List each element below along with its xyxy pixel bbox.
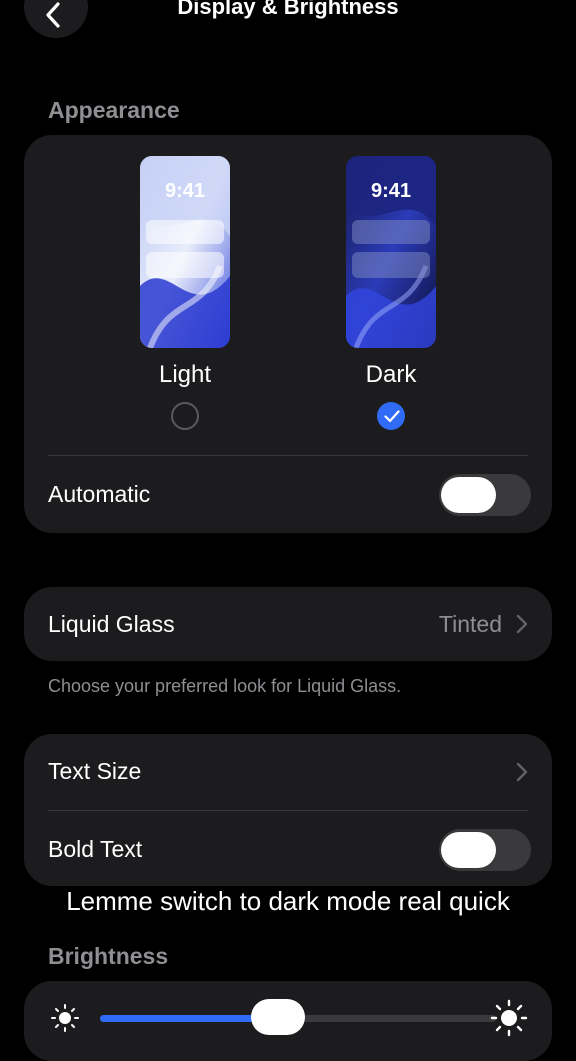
liquid-glass-value: Tinted [438, 611, 502, 637]
divider [48, 810, 528, 811]
light-radio[interactable] [171, 402, 199, 430]
appearance-header: Appearance [48, 97, 180, 123]
text-size-row[interactable]: Text Size [24, 734, 552, 810]
sun-small-icon [51, 1004, 79, 1032]
light-label: Light [158, 361, 212, 388]
toggle-knob [441, 477, 496, 513]
chevron-right-icon [516, 762, 528, 782]
appearance-option-light[interactable]: 9:41 Light [115, 156, 255, 430]
bold-text-label: Bold Text [48, 836, 143, 862]
video-caption: Lemme switch to dark mode real quick [66, 886, 510, 916]
appearance-option-dark[interactable]: 9:41 Dark [321, 156, 461, 430]
dark-mode-preview[interactable]: 9:41 [346, 156, 436, 348]
appearance-card: 9:41 Light 9:41 Dark Automatic [24, 135, 552, 533]
brightness-header: Brightness [48, 943, 169, 969]
text-card: Text Size Bold Text [24, 734, 552, 886]
preview-time: 9:41 [370, 180, 412, 202]
liquid-glass-footnote: Choose your preferred look for Liquid Gl… [48, 676, 402, 696]
liquid-glass-row[interactable]: Liquid Glass Tinted [24, 587, 552, 661]
divider [48, 455, 528, 456]
light-mode-preview[interactable]: 9:41 [140, 156, 230, 348]
navigation-bar: Display & Brightness [0, 0, 576, 40]
dark-label: Dark [365, 361, 417, 388]
automatic-label: Automatic [48, 481, 151, 507]
automatic-toggle[interactable] [439, 474, 531, 516]
page-title: Display & Brightness [177, 0, 399, 19]
brightness-card [24, 981, 552, 1061]
checkmark-icon [384, 410, 400, 423]
chevron-right-icon [516, 614, 528, 634]
dark-radio[interactable] [377, 402, 405, 430]
liquid-glass-label: Liquid Glass [48, 611, 175, 637]
preview-time: 9:41 [164, 180, 206, 202]
bold-text-toggle[interactable] [439, 829, 531, 871]
toggle-knob [441, 832, 496, 868]
sun-large-icon [490, 999, 528, 1037]
slider-knob[interactable] [251, 999, 306, 1035]
brightness-slider[interactable] [100, 999, 496, 1035]
text-size-label: Text Size [48, 758, 142, 784]
